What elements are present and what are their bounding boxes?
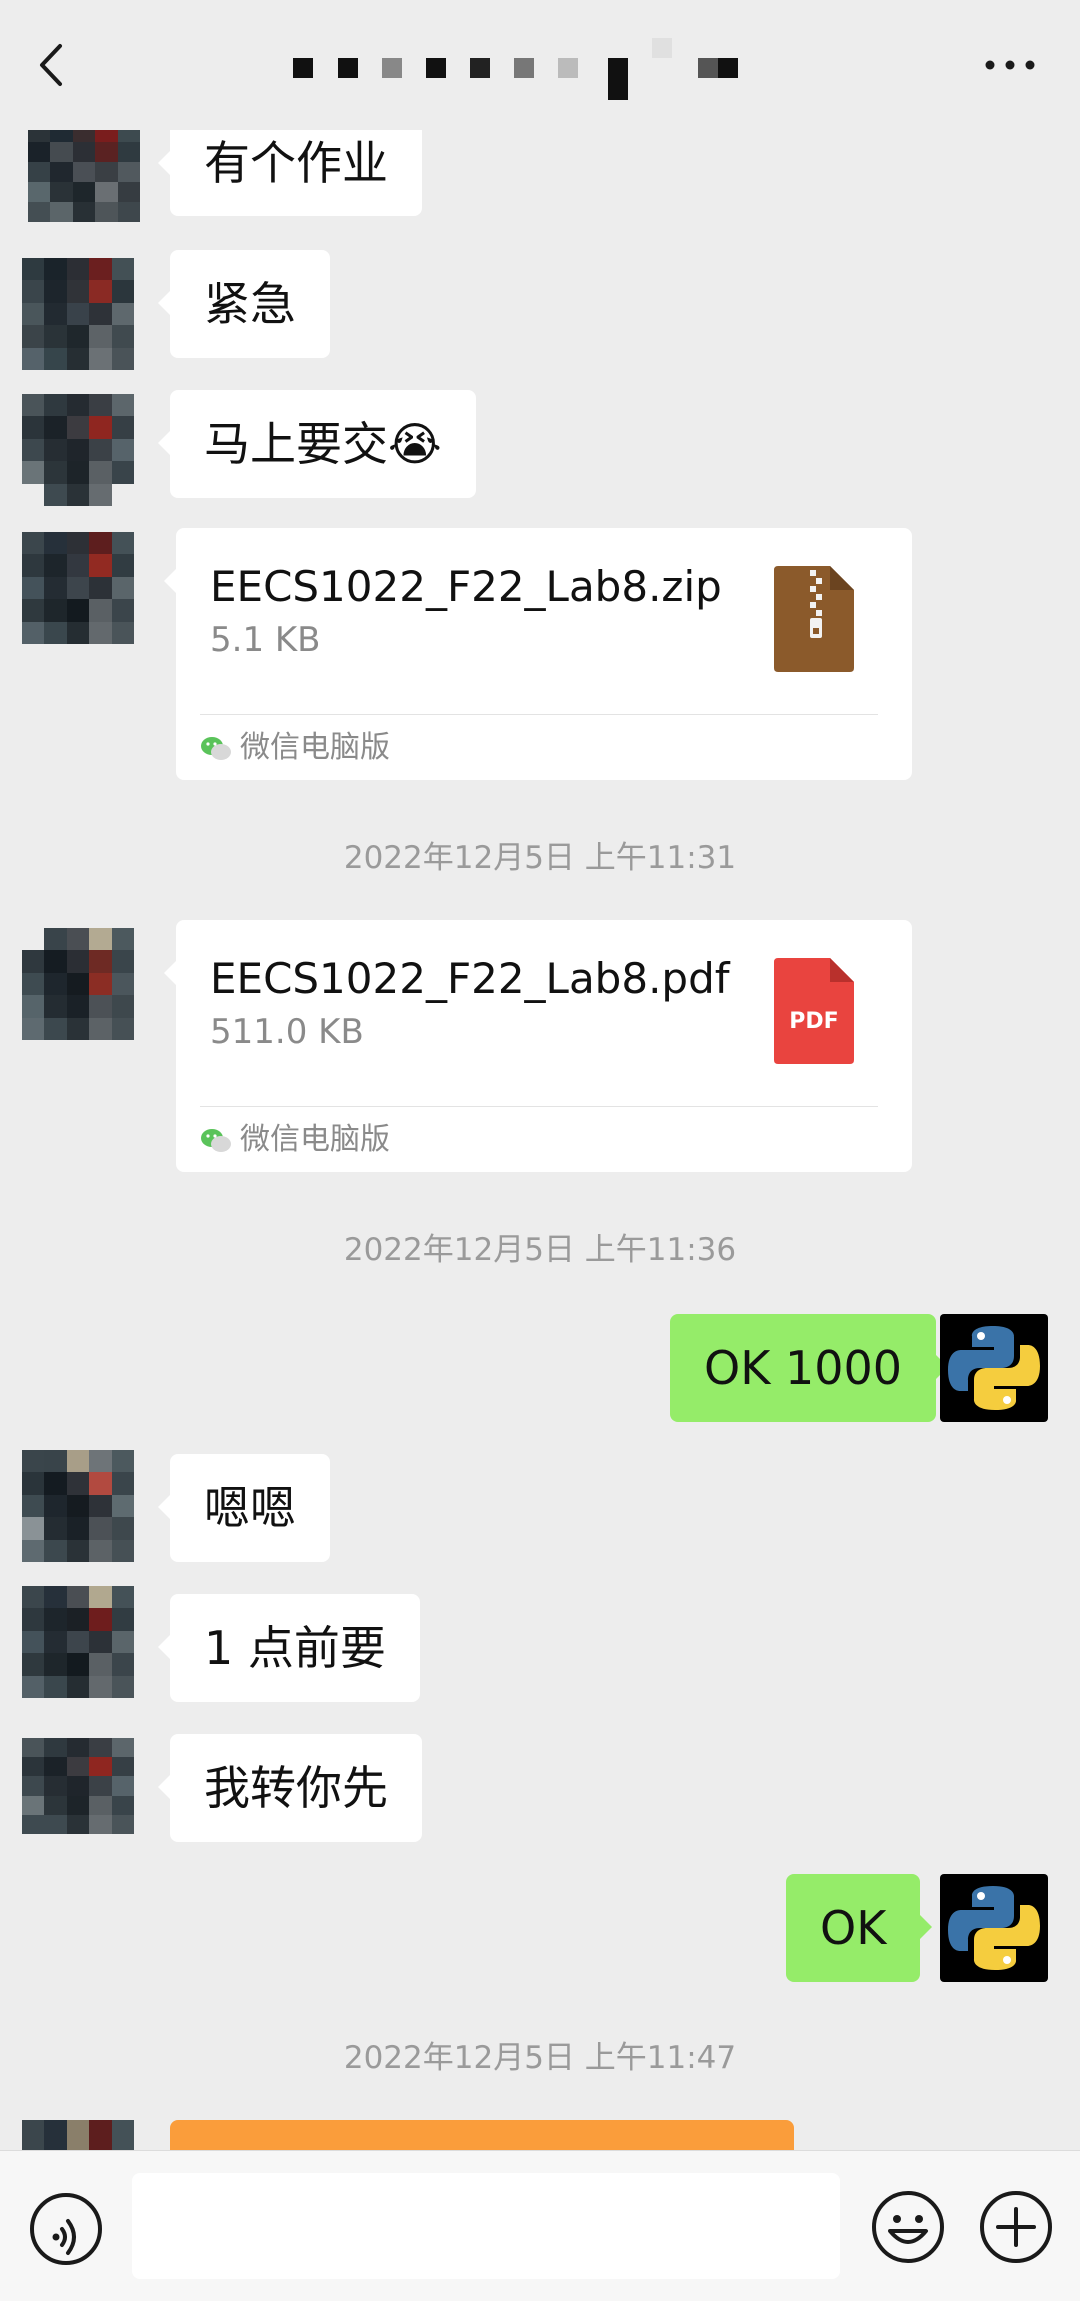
voice-button[interactable] [28,2191,104,2267]
wechat-icon [201,1128,231,1152]
contact-avatar[interactable] [22,1738,134,1834]
message-input[interactable] [132,2173,840,2279]
self-avatar[interactable] [940,1314,1048,1422]
python-logo-icon [948,1326,1040,1410]
emoji-icon [872,2191,944,2263]
file-card-divider [200,714,878,715]
voice-icon [30,2193,102,2265]
message-bubble[interactable]: 紧急 [158,250,330,358]
pdf-icon-label: PDF [789,1009,838,1034]
composer-bar [0,2150,1080,2301]
file-name: EECS1022_F22_Lab8.pdf [210,954,730,1003]
file-source: 微信电脑版 [200,1120,390,1160]
message-bubble[interactable]: 我转你先 [158,1734,422,1842]
file-message-card[interactable]: EECS1022_F22_Lab8.zip 5.1 KB 微信电脑版 [164,528,912,780]
message-bubble[interactable]: 1 点前要 [158,1594,420,1702]
contact-avatar[interactable] [22,532,134,644]
contact-avatar[interactable] [22,258,134,370]
zip-file-icon [774,566,854,672]
timestamp: 2022年12月5日 上午11:31 [343,840,737,876]
chevron-left-icon [40,44,62,86]
timestamp: 2022年12月5日 上午11:36 [343,1232,737,1268]
file-name: EECS1022_F22_Lab8.zip [210,562,722,611]
contact-avatar[interactable] [22,928,134,1040]
more-actions-button[interactable] [978,2189,1054,2265]
message-bubble[interactable]: 马上要交😭 [158,390,476,498]
wechat-icon [201,736,231,760]
self-avatar[interactable] [940,1874,1048,1982]
chat-title-obscured [290,30,760,110]
file-message-card[interactable]: EECS1022_F22_Lab8.pdf 511.0 KB PDF 微信电脑版 [164,920,912,1172]
chat-header [0,0,1080,130]
contact-avatar[interactable] [28,122,140,222]
file-source: 微信电脑版 [200,728,390,768]
file-size: 5.1 KB [210,620,321,660]
file-size: 511.0 KB [210,1012,364,1052]
back-button[interactable] [28,38,76,92]
plus-icon [980,2191,1052,2263]
python-logo-icon [948,1886,1040,1970]
file-source-label: 微信电脑版 [240,730,390,765]
more-options-button[interactable] [980,50,1040,80]
contact-avatar[interactable] [22,1586,134,1698]
file-source-label: 微信电脑版 [240,1122,390,1157]
contact-avatar[interactable] [22,394,134,506]
emoji-button[interactable] [870,2189,946,2265]
more-dots-icon [985,60,1035,70]
contact-avatar[interactable] [22,1450,134,1562]
file-card-divider [200,1106,878,1107]
message-bubble-outgoing[interactable]: OK [786,1874,933,1982]
pdf-file-icon: PDF [774,958,854,1064]
message-bubble-outgoing[interactable]: OK 1000 [670,1314,949,1422]
message-bubble[interactable]: 嗯嗯 [158,1454,330,1562]
contact-avatar[interactable] [22,2120,134,2150]
timestamp: 2022年12月5日 上午11:47 [343,2040,737,2076]
